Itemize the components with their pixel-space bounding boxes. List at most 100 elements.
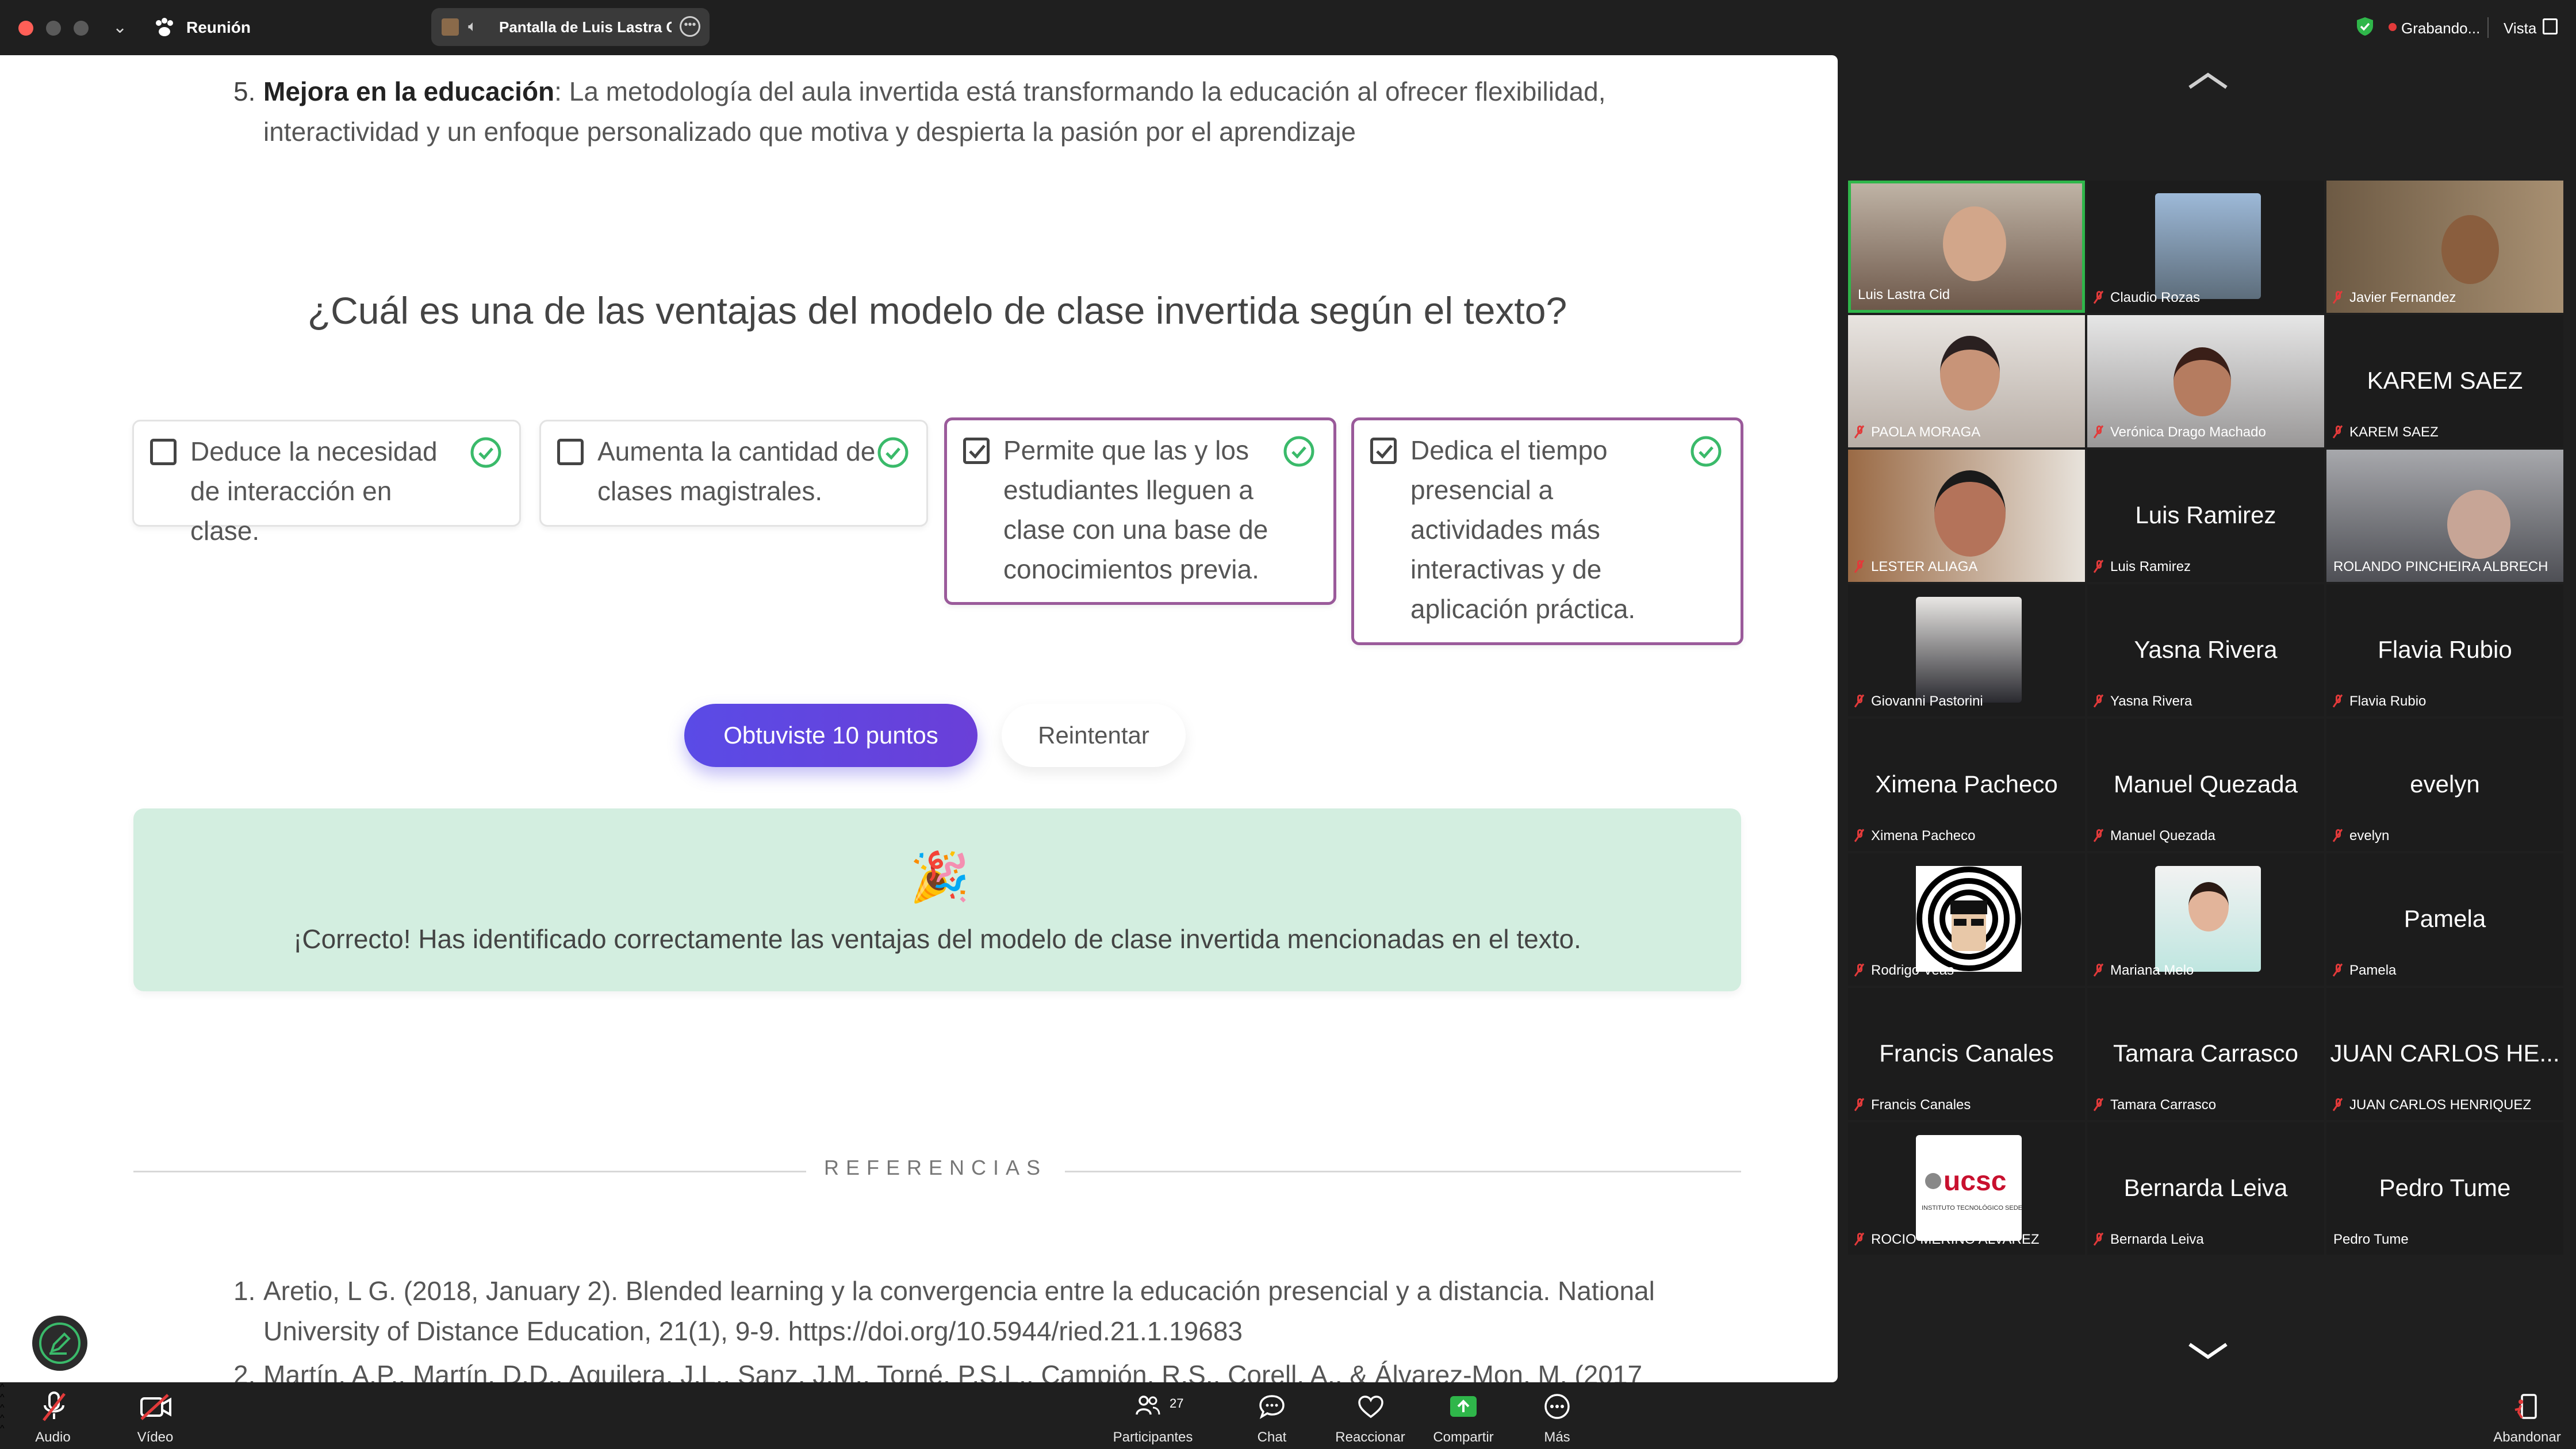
answer-option-3[interactable]: Permite que las y los estudiantes llegue…: [944, 417, 1336, 605]
quiz-question: ¿Cuál es una de las ventajas del modelo …: [307, 289, 1567, 332]
checkbox-checked[interactable]: [1370, 438, 1397, 464]
speaker-icon: 🔈︎: [468, 17, 477, 34]
chevron-down-icon[interactable]: [2185, 1340, 2231, 1363]
video-tile[interactable]: Pamela Pamela: [2326, 853, 2563, 986]
participant-photo: [2155, 193, 2261, 299]
video-tile[interactable]: LESTER ALIAGA: [1848, 450, 2085, 582]
video-tile[interactable]: Rodrigo Veas: [1848, 853, 2085, 986]
feedback-banner: 🎉 ¡Correcto! Has identificado correctame…: [133, 808, 1741, 991]
participant-name: Manuel Quezada: [2114, 770, 2298, 798]
mic-muted-icon: [2093, 963, 2104, 977]
video-tile[interactable]: Javier Fernandez: [2326, 181, 2563, 313]
close-window-button[interactable]: [18, 21, 33, 36]
video-tile[interactable]: PAOLA MORAGA: [1848, 315, 2085, 447]
view-menu-label[interactable]: Vista: [2504, 20, 2536, 37]
video-tile[interactable]: Tamara Carrasco Tamara Carrasco: [2087, 988, 2324, 1120]
video-tile[interactable]: Manuel Quezada Manuel Quezada: [2087, 719, 2324, 851]
grid-view-icon[interactable]: [2543, 18, 2558, 34]
audio-button[interactable]: Audio: [23, 1389, 83, 1449]
participants-icon: [1136, 1396, 1160, 1415]
chat-button[interactable]: Chat: [1242, 1389, 1302, 1449]
minimize-window-button[interactable]: [46, 21, 61, 36]
mic-muted-icon: [1854, 559, 1865, 573]
maximize-window-button[interactable]: [74, 21, 89, 36]
more-options-icon[interactable]: •••: [680, 16, 700, 37]
participant-name: Yasna Rivera: [2134, 636, 2278, 663]
mic-muted-icon: [1854, 1232, 1865, 1246]
more-button[interactable]: Más: [1527, 1389, 1587, 1449]
mic-muted-icon: [43, 1392, 66, 1421]
participant-face: [1940, 336, 2000, 411]
answer-option-1[interactable]: Deduce la necesidad de interacción en cl…: [132, 420, 521, 546]
video-tile[interactable]: Francis Canales Francis Canales: [1848, 988, 2085, 1120]
title-bar: ⌄ Reunión 🔈︎ Pantalla de Luis Lastra Cid…: [0, 0, 2576, 55]
checkbox-unchecked[interactable]: [150, 439, 177, 465]
video-tile[interactable]: Verónica Drago Machado: [2087, 315, 2324, 447]
video-tile[interactable]: Giovanni Pastorini: [1848, 584, 2085, 716]
mic-muted-icon: [2332, 425, 2343, 439]
video-tile[interactable]: KAREM SAEZ KAREM SAEZ: [2326, 315, 2563, 447]
react-button[interactable]: Reaccionar: [1332, 1389, 1409, 1449]
mic-muted-icon: [1854, 1098, 1865, 1111]
feedback-text: ¡Correcto! Has identificado correctament…: [293, 924, 1581, 954]
participant-face: [1943, 206, 2006, 281]
video-tile[interactable]: Ximena Pacheco Ximena Pacheco: [1848, 719, 2085, 851]
leave-button[interactable]: Abandonar: [2484, 1389, 2570, 1449]
presenter-avatar: [442, 18, 459, 36]
checkbox-checked[interactable]: [963, 438, 990, 464]
video-tile[interactable]: Mariana Melo: [2087, 853, 2324, 986]
answer-option-2[interactable]: Aumenta la cantidad de clases magistrale…: [539, 420, 928, 527]
reference-text[interactable]: Aretio, L G. (2018, January 2). Blended …: [263, 1271, 1763, 1351]
participant-label: PAOLA MORAGA: [1854, 424, 1980, 440]
screen-share-indicator[interactable]: 🔈︎ Pantalla de Luis Lastra Cid •••: [431, 8, 710, 46]
leave-label: Abandonar: [2493, 1429, 2561, 1445]
video-tile[interactable]: Flavia Rubio Flavia Rubio: [2326, 584, 2563, 716]
meeting-label[interactable]: Reunión: [186, 18, 251, 37]
video-tile[interactable]: JUAN CARLOS HE... JUAN CARLOS HENRIQUEZ: [2326, 988, 2563, 1120]
participant-name: KAREM SAEZ: [2367, 367, 2523, 394]
participant-label: Manuel Quezada: [2093, 828, 2215, 844]
annotate-button[interactable]: [32, 1316, 87, 1371]
score-button[interactable]: Obtuviste 10 puntos: [684, 704, 977, 767]
meeting-info-icon[interactable]: [153, 16, 176, 39]
answer-option-4[interactable]: Dedica el tiempo presencial a actividade…: [1351, 417, 1743, 645]
video-tile[interactable]: Luis Lastra Cid: [1848, 181, 2085, 313]
chevron-down-icon[interactable]: ⌄: [113, 17, 127, 37]
participant-label: Verónica Drago Machado: [2093, 424, 2266, 440]
react-label: Reaccionar: [1335, 1429, 1405, 1445]
video-tile[interactable]: evelyn evelyn: [2326, 719, 2563, 851]
video-tile[interactable]: ROLANDO PINCHEIRA ALBRECH: [2326, 450, 2563, 582]
participant-label: Mariana Melo: [2093, 963, 2194, 979]
list-number: 5.: [233, 76, 256, 106]
share-screen-button[interactable]: Compartir: [1431, 1389, 1496, 1449]
participants-button[interactable]: Participantes: [1104, 1389, 1202, 1449]
chat-icon: [1259, 1395, 1285, 1419]
shield-icon[interactable]: [2355, 16, 2375, 37]
retry-button[interactable]: Reintentar: [1002, 704, 1186, 767]
participant-label: Flavia Rubio: [2332, 693, 2426, 710]
participant-name: Tamara Carrasco: [2113, 1040, 2299, 1067]
video-tile[interactable]: Yasna Rivera Yasna Rivera: [2087, 584, 2324, 716]
participant-name: evelyn: [2410, 770, 2480, 798]
video-tile[interactable]: Claudio Rozas: [2087, 181, 2324, 313]
mic-muted-icon: [1854, 963, 1865, 977]
participant-label: Javier Fernandez: [2332, 290, 2456, 306]
chevron-up-icon[interactable]: [2185, 69, 2231, 92]
recording-status[interactable]: Grabando...: [2401, 20, 2480, 37]
video-tile[interactable]: Luis Ramirez Luis Ramirez: [2087, 450, 2324, 582]
answer-option-text: Deduce la necesidad de interacción en cl…: [190, 436, 438, 546]
references-heading: REFERENCIAS: [823, 1156, 1048, 1179]
recording-dot-icon: [2389, 23, 2397, 31]
participant-label: KAREM SAEZ: [2332, 424, 2439, 440]
video-button[interactable]: Vídeo: [125, 1389, 185, 1449]
more-icon: [1544, 1394, 1570, 1419]
participant-label: JUAN CARLOS HENRIQUEZ: [2332, 1097, 2531, 1113]
video-tile[interactable]: Bernarda Leiva Bernarda Leiva: [2087, 1122, 2324, 1255]
list-item-title: Mejora en la educación: [263, 76, 555, 106]
video-tile[interactable]: Pedro Tume Pedro Tume: [2326, 1122, 2563, 1255]
participant-label: ROCIO MERINO ALVAREZ: [1854, 1232, 2040, 1248]
video-tile[interactable]: ucsc INSTITUTO TECNOLÓGICO SEDE CHILLÁN …: [1848, 1122, 2085, 1255]
checkbox-unchecked[interactable]: [557, 439, 584, 465]
mic-muted-icon: [2093, 290, 2104, 304]
pencil-icon: [39, 1322, 80, 1364]
